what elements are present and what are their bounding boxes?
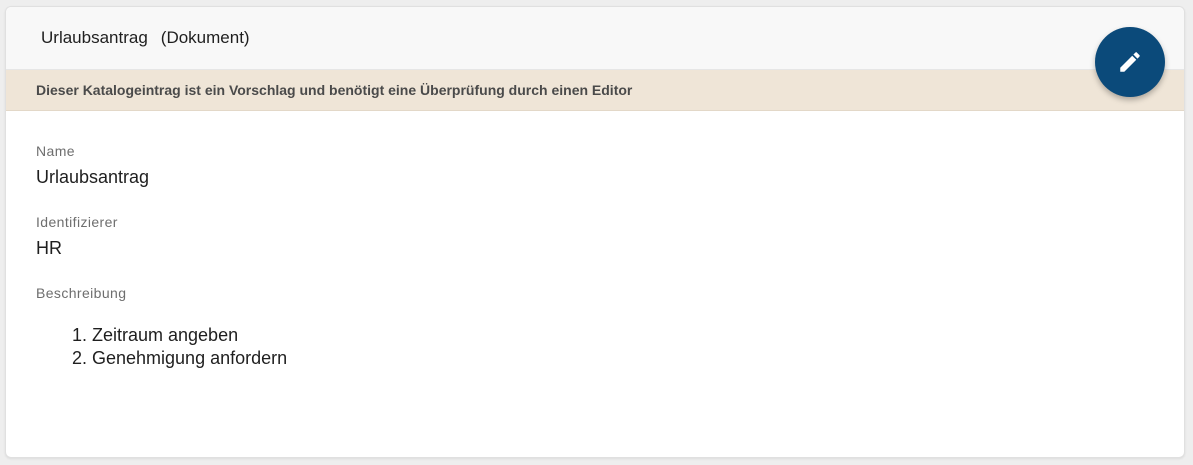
card-header: Urlaubsantrag (Dokument) [6,7,1184,70]
name-label: Name [36,143,75,159]
name-field: Name Urlaubsantrag [36,143,1154,189]
catalog-entry-card: Urlaubsantrag (Dokument) Dieser Kataloge… [5,6,1185,458]
description-field: Beschreibung Zeitraum angeben Genehmigun… [36,285,1154,370]
list-item: Zeitraum angeben [92,324,1154,347]
identifier-field: Identifizierer HR [36,214,1154,260]
edit-button[interactable] [1095,27,1165,97]
name-value: Urlaubsantrag [36,167,150,187]
list-item: Genehmigung anfordern [92,347,1154,370]
pencil-icon [1120,52,1140,72]
identifier-value: HR [36,238,62,258]
review-notice-text: Dieser Katalogeintrag ist ein Vorschlag … [36,82,633,98]
entry-type: (Dokument) [160,28,250,47]
card-body: Name Urlaubsantrag Identifizierer HR Bes… [6,111,1184,370]
description-list: Zeitraum angeben Genehmigung anfordern [36,324,1154,370]
description-label: Beschreibung [36,285,127,301]
identifier-label: Identifizierer [36,214,118,230]
entry-title: Urlaubsantrag [41,28,148,47]
review-notice-banner: Dieser Katalogeintrag ist ein Vorschlag … [6,70,1184,111]
